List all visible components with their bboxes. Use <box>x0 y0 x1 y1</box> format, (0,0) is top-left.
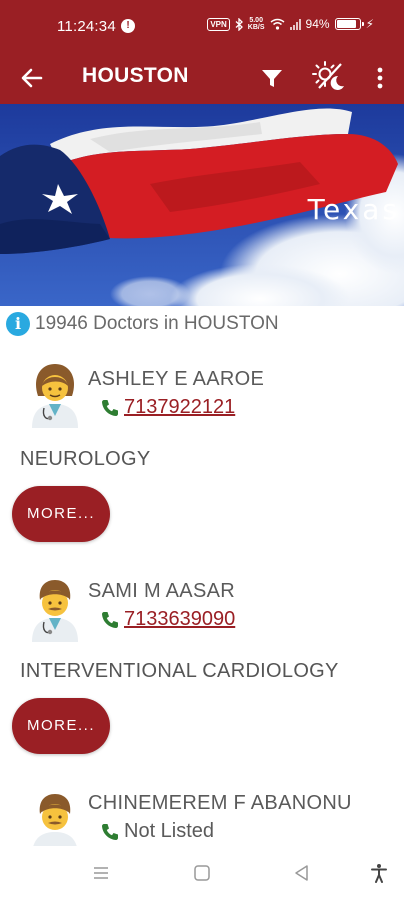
phone-row[interactable]: 7137922121 <box>100 396 235 419</box>
back-arrow-icon[interactable] <box>18 64 46 92</box>
signal-icon <box>289 18 301 30</box>
phone-row[interactable]: 7133639090 <box>100 608 235 631</box>
phone-number-link[interactable]: 7133639090 <box>124 608 235 631</box>
doctor-name: ASHLEY E AAROE <box>88 368 265 390</box>
doctor-count-row: i 19946 Doctors in HOUSTON <box>6 312 279 336</box>
phone-number-link[interactable]: 7137922121 <box>124 396 235 419</box>
recent-apps-icon[interactable] <box>91 863 111 883</box>
overflow-menu-icon[interactable] <box>366 64 394 92</box>
doctor-card: CHINEMEREM F ABANONU Not Listed <box>0 784 404 846</box>
phone-row: Not Listed <box>100 820 214 843</box>
network-speed-unit: KB/S <box>247 24 265 31</box>
back-nav-icon[interactable] <box>292 863 312 883</box>
more-button[interactable]: MORE... <box>12 486 110 542</box>
status-icons: VPN 5.00 KB/S 94% ⚡ <box>207 17 374 31</box>
male-doctor-avatar-icon <box>33 794 77 846</box>
phone-icon[interactable] <box>100 398 120 418</box>
phone-icon <box>102 823 118 840</box>
status-bar: 11:24:34 ! VPN 5.00 KB/S 94% ⚡ <box>0 0 404 52</box>
battery-percent: 94% <box>305 17 330 31</box>
home-icon[interactable] <box>192 863 212 883</box>
bluetooth-icon <box>235 17 243 31</box>
doctor-count-text: 19946 Doctors in HOUSTON <box>35 313 279 334</box>
app-bar: HOUSTON <box>0 52 404 104</box>
more-button[interactable]: MORE... <box>12 698 110 754</box>
page-title: HOUSTON <box>82 64 189 87</box>
doctor-specialty: INTERVENTIONAL CARDIOLOGY <box>20 660 339 682</box>
network-speed-value: 5.00 <box>249 17 263 24</box>
filter-icon[interactable] <box>258 64 286 92</box>
theme-toggle-icon[interactable] <box>311 58 347 94</box>
vpn-icon: VPN <box>207 17 230 31</box>
doctor-specialty: NEUROLOGY <box>20 448 151 470</box>
accessibility-icon[interactable] <box>369 863 389 883</box>
male-doctor-avatar-icon <box>32 580 78 642</box>
system-nav-bar <box>0 846 404 900</box>
city-banner: Texas <box>0 104 404 306</box>
info-icon: i <box>6 312 30 336</box>
female-doctor-avatar-icon <box>32 364 78 428</box>
banner-caption: Texas <box>307 193 400 226</box>
notification-icon: ! <box>121 19 135 33</box>
status-time: 11:24:34 <box>57 18 116 35</box>
charging-icon: ⚡ <box>365 17 374 31</box>
doctor-name: SAMI M AASAR <box>88 580 235 602</box>
phone-not-listed: Not Listed <box>124 820 215 842</box>
doctor-name: CHINEMEREM F ABANONU <box>88 792 352 814</box>
wifi-icon <box>270 18 284 30</box>
phone-icon[interactable] <box>100 610 120 630</box>
network-speed: 5.00 KB/S <box>248 17 265 31</box>
battery-icon <box>334 18 364 30</box>
